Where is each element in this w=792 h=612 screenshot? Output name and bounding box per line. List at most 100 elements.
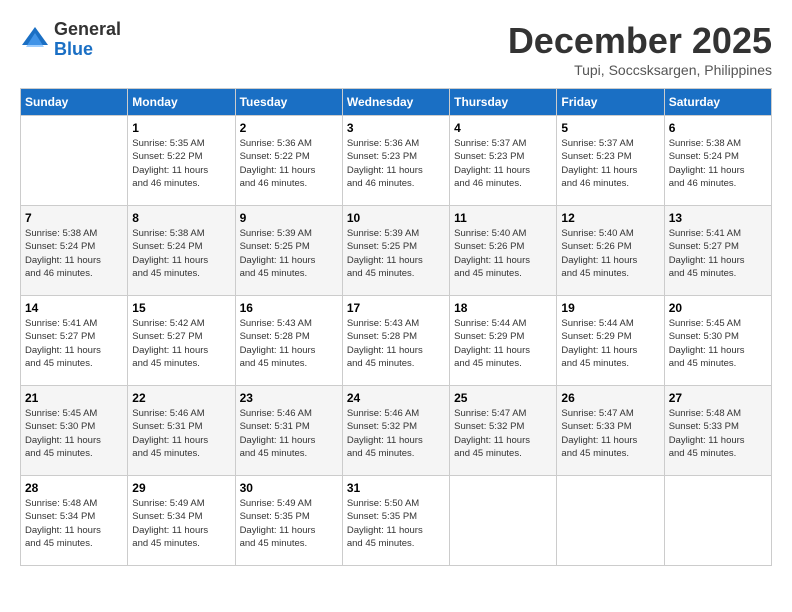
calendar-cell: 26 Sunrise: 5:47 AMSunset: 5:33 PMDayligh… xyxy=(557,386,664,476)
calendar-cell: 10 Sunrise: 5:39 AMSunset: 5:25 PMDayligh… xyxy=(342,206,449,296)
day-number: 2 xyxy=(240,121,338,135)
day-number: 7 xyxy=(25,211,123,225)
day-info: Sunrise: 5:44 AMSunset: 5:29 PMDaylight:… xyxy=(454,317,552,370)
calendar-week-row: 1 Sunrise: 5:35 AMSunset: 5:22 PMDaylight… xyxy=(21,116,772,206)
logo-icon xyxy=(20,25,50,55)
day-number: 4 xyxy=(454,121,552,135)
day-info: Sunrise: 5:38 AMSunset: 5:24 PMDaylight:… xyxy=(25,227,123,280)
col-header-thursday: Thursday xyxy=(450,89,557,116)
calendar-header-row: SundayMondayTuesdayWednesdayThursdayFrid… xyxy=(21,89,772,116)
day-info: Sunrise: 5:48 AMSunset: 5:34 PMDaylight:… xyxy=(25,497,123,550)
day-number: 15 xyxy=(132,301,230,315)
day-number: 12 xyxy=(561,211,659,225)
calendar-table: SundayMondayTuesdayWednesdayThursdayFrid… xyxy=(20,88,772,566)
day-info: Sunrise: 5:49 AMSunset: 5:34 PMDaylight:… xyxy=(132,497,230,550)
location: Tupi, Soccsksargen, Philippines xyxy=(508,62,772,78)
day-info: Sunrise: 5:48 AMSunset: 5:33 PMDaylight:… xyxy=(669,407,767,460)
calendar-cell: 6 Sunrise: 5:38 AMSunset: 5:24 PMDaylight… xyxy=(664,116,771,206)
calendar-cell: 11Sunrise: 5:40 AMSunset: 5:26 PMDayligh… xyxy=(450,206,557,296)
logo-blue: Blue xyxy=(54,39,93,59)
day-number: 3 xyxy=(347,121,445,135)
day-info: Sunrise: 5:47 AMSunset: 5:32 PMDaylight:… xyxy=(454,407,552,460)
calendar-cell: 19 Sunrise: 5:44 AMSunset: 5:29 PMDayligh… xyxy=(557,296,664,386)
day-number: 1 xyxy=(132,121,230,135)
day-info: Sunrise: 5:40 AMSunset: 5:26 PMDaylight:… xyxy=(561,227,659,280)
col-header-wednesday: Wednesday xyxy=(342,89,449,116)
calendar-cell: 12 Sunrise: 5:40 AMSunset: 5:26 PMDayligh… xyxy=(557,206,664,296)
logo-general: General xyxy=(54,19,121,39)
day-number: 30 xyxy=(240,481,338,495)
day-info: Sunrise: 5:49 AMSunset: 5:35 PMDaylight:… xyxy=(240,497,338,550)
day-info: Sunrise: 5:46 AMSunset: 5:31 PMDaylight:… xyxy=(132,407,230,460)
day-info: Sunrise: 5:41 AMSunset: 5:27 PMDaylight:… xyxy=(25,317,123,370)
day-number: 29 xyxy=(132,481,230,495)
calendar-cell: 31 Sunrise: 5:50 AMSunset: 5:35 PMDayligh… xyxy=(342,476,449,566)
day-number: 13 xyxy=(669,211,767,225)
day-info: Sunrise: 5:44 AMSunset: 5:29 PMDaylight:… xyxy=(561,317,659,370)
day-number: 31 xyxy=(347,481,445,495)
calendar-cell xyxy=(557,476,664,566)
day-number: 8 xyxy=(132,211,230,225)
calendar-cell: 7 Sunrise: 5:38 AMSunset: 5:24 PMDaylight… xyxy=(21,206,128,296)
col-header-tuesday: Tuesday xyxy=(235,89,342,116)
calendar-cell: 25 Sunrise: 5:47 AMSunset: 5:32 PMDayligh… xyxy=(450,386,557,476)
col-header-friday: Friday xyxy=(557,89,664,116)
day-info: Sunrise: 5:45 AMSunset: 5:30 PMDaylight:… xyxy=(669,317,767,370)
day-number: 21 xyxy=(25,391,123,405)
day-number: 16 xyxy=(240,301,338,315)
day-info: Sunrise: 5:46 AMSunset: 5:32 PMDaylight:… xyxy=(347,407,445,460)
col-header-sunday: Sunday xyxy=(21,89,128,116)
calendar-cell: 17Sunrise: 5:43 AMSunset: 5:28 PMDayligh… xyxy=(342,296,449,386)
logo: General Blue xyxy=(20,20,121,60)
calendar-cell: 30 Sunrise: 5:49 AMSunset: 5:35 PMDayligh… xyxy=(235,476,342,566)
logo-text: General Blue xyxy=(54,20,121,60)
calendar-cell: 15Sunrise: 5:42 AMSunset: 5:27 PMDayligh… xyxy=(128,296,235,386)
calendar-cell xyxy=(450,476,557,566)
day-number: 28 xyxy=(25,481,123,495)
day-number: 6 xyxy=(669,121,767,135)
calendar-cell xyxy=(664,476,771,566)
day-info: Sunrise: 5:39 AMSunset: 5:25 PMDaylight:… xyxy=(240,227,338,280)
day-number: 11 xyxy=(454,211,552,225)
day-number: 5 xyxy=(561,121,659,135)
day-number: 23 xyxy=(240,391,338,405)
title-area: December 2025 Tupi, Soccsksargen, Philip… xyxy=(508,20,772,78)
day-number: 18 xyxy=(454,301,552,315)
day-number: 26 xyxy=(561,391,659,405)
day-info: Sunrise: 5:43 AMSunset: 5:28 PMDaylight:… xyxy=(240,317,338,370)
calendar-cell: 4 Sunrise: 5:37 AMSunset: 5:23 PMDaylight… xyxy=(450,116,557,206)
day-number: 10 xyxy=(347,211,445,225)
calendar-cell: 13 Sunrise: 5:41 AMSunset: 5:27 PMDayligh… xyxy=(664,206,771,296)
day-info: Sunrise: 5:50 AMSunset: 5:35 PMDaylight:… xyxy=(347,497,445,550)
day-info: Sunrise: 5:45 AMSunset: 5:30 PMDaylight:… xyxy=(25,407,123,460)
col-header-saturday: Saturday xyxy=(664,89,771,116)
day-info: Sunrise: 5:39 AMSunset: 5:25 PMDaylight:… xyxy=(347,227,445,280)
day-info: Sunrise: 5:41 AMSunset: 5:27 PMDaylight:… xyxy=(669,227,767,280)
day-number: 14 xyxy=(25,301,123,315)
day-info: Sunrise: 5:35 AMSunset: 5:22 PMDaylight:… xyxy=(132,137,230,190)
calendar-cell: 29 Sunrise: 5:49 AMSunset: 5:34 PMDayligh… xyxy=(128,476,235,566)
day-info: Sunrise: 5:38 AMSunset: 5:24 PMDaylight:… xyxy=(669,137,767,190)
day-number: 9 xyxy=(240,211,338,225)
page-header: General Blue December 2025 Tupi, Soccsks… xyxy=(20,20,772,78)
day-number: 27 xyxy=(669,391,767,405)
calendar-cell: 8 Sunrise: 5:38 AMSunset: 5:24 PMDaylight… xyxy=(128,206,235,296)
calendar-cell: 3 Sunrise: 5:36 AMSunset: 5:23 PMDaylight… xyxy=(342,116,449,206)
month-title: December 2025 xyxy=(508,20,772,62)
day-number: 19 xyxy=(561,301,659,315)
calendar-cell: 16 Sunrise: 5:43 AMSunset: 5:28 PMDayligh… xyxy=(235,296,342,386)
day-info: Sunrise: 5:37 AMSunset: 5:23 PMDaylight:… xyxy=(454,137,552,190)
day-info: Sunrise: 5:36 AMSunset: 5:23 PMDaylight:… xyxy=(347,137,445,190)
calendar-cell: 23 Sunrise: 5:46 AMSunset: 5:31 PMDayligh… xyxy=(235,386,342,476)
calendar-cell: 27 Sunrise: 5:48 AMSunset: 5:33 PMDayligh… xyxy=(664,386,771,476)
calendar-cell: 22Sunrise: 5:46 AMSunset: 5:31 PMDayligh… xyxy=(128,386,235,476)
day-info: Sunrise: 5:46 AMSunset: 5:31 PMDaylight:… xyxy=(240,407,338,460)
calendar-cell: 14 Sunrise: 5:41 AMSunset: 5:27 PMDayligh… xyxy=(21,296,128,386)
day-info: Sunrise: 5:36 AMSunset: 5:22 PMDaylight:… xyxy=(240,137,338,190)
day-info: Sunrise: 5:38 AMSunset: 5:24 PMDaylight:… xyxy=(132,227,230,280)
day-number: 25 xyxy=(454,391,552,405)
calendar-week-row: 21 Sunrise: 5:45 AMSunset: 5:30 PMDayligh… xyxy=(21,386,772,476)
day-number: 20 xyxy=(669,301,767,315)
calendar-cell: 24Sunrise: 5:46 AMSunset: 5:32 PMDayligh… xyxy=(342,386,449,476)
day-info: Sunrise: 5:47 AMSunset: 5:33 PMDaylight:… xyxy=(561,407,659,460)
